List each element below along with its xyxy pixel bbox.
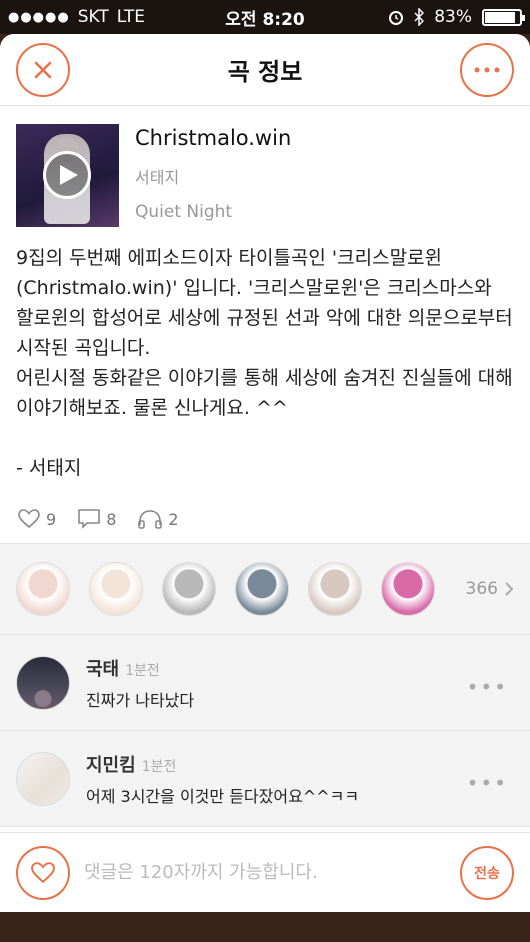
song-info-card: 곡 정보 Christmalo.win 서태지 Quiet Night 9집의 … bbox=[0, 34, 530, 912]
header: 곡 정보 bbox=[0, 34, 530, 106]
song-meta: Christmalo.win 서태지 Quiet Night bbox=[135, 124, 291, 227]
comment-author[interactable]: 국태 bbox=[86, 659, 119, 680]
listen-count: 2 bbox=[168, 509, 179, 529]
signal-icon: ●●●●● bbox=[8, 9, 70, 25]
listener-avatar[interactable] bbox=[381, 562, 435, 616]
comment-author-line: 국태 1분전 bbox=[86, 655, 194, 681]
close-button[interactable] bbox=[16, 42, 70, 97]
comment-text: 어제 3시간을 이것만 듣다잤어요^^ㅋㅋ bbox=[86, 786, 360, 806]
network: LTE bbox=[116, 7, 145, 27]
comment-input[interactable] bbox=[84, 862, 460, 883]
play-icon bbox=[60, 165, 78, 185]
like-stat[interactable]: 9 bbox=[18, 509, 56, 529]
comment-more-button[interactable]: ••• bbox=[467, 771, 508, 795]
comment-time: 1분전 bbox=[125, 662, 160, 679]
alarm-icon bbox=[389, 11, 404, 25]
listener-avatar[interactable] bbox=[235, 562, 289, 616]
album-cover[interactable] bbox=[16, 124, 119, 227]
comment-text: 진짜가 나타났다 bbox=[86, 690, 195, 710]
listener-count-label: 366 bbox=[465, 579, 498, 599]
listener-avatar[interactable] bbox=[89, 562, 143, 616]
page-title: 곡 정보 bbox=[227, 58, 303, 86]
song-description: 9집의 두번째 에피소드이자 타이틀곡인 '크리스말로윈(Christmalo.… bbox=[16, 247, 513, 479]
comment-item: 지민킴 1분전 어제 3시간을 이것만 듣다잤어요^^ㅋㅋ ••• bbox=[0, 731, 530, 827]
play-button[interactable] bbox=[43, 151, 91, 199]
song-title: Christmalo.win bbox=[135, 126, 292, 150]
heart-icon bbox=[31, 861, 55, 883]
carrier: SKT bbox=[77, 7, 109, 27]
listener-avatar[interactable] bbox=[308, 562, 362, 616]
avatar[interactable] bbox=[16, 751, 70, 806]
send-button[interactable]: 전송 bbox=[460, 845, 514, 900]
battery-percent: 83% bbox=[434, 7, 472, 27]
close-icon bbox=[34, 61, 52, 78]
song-summary: Christmalo.win 서태지 Quiet Night bbox=[0, 106, 530, 227]
heart-icon bbox=[18, 509, 40, 529]
song-album[interactable]: Quiet Night bbox=[135, 202, 291, 222]
listener-avatar[interactable] bbox=[16, 562, 70, 616]
song-artist[interactable]: 서태지 bbox=[135, 164, 291, 188]
song-stats: 9 8 2 bbox=[0, 483, 530, 529]
status-bar: ●●●●● SKT LTE 오전 8:20 83% bbox=[0, 0, 530, 34]
comment-more-button[interactable]: ••• bbox=[467, 675, 508, 699]
chevron-right-icon bbox=[505, 582, 514, 596]
comment-stat[interactable]: 8 bbox=[78, 509, 116, 529]
avatar[interactable] bbox=[16, 655, 70, 710]
like-button[interactable] bbox=[16, 845, 70, 900]
bluetooth-icon bbox=[414, 8, 425, 26]
listener-count[interactable]: 366 bbox=[466, 579, 514, 599]
listener-avatars bbox=[16, 562, 435, 616]
like-count: 9 bbox=[46, 509, 57, 529]
listeners-row[interactable]: 366 bbox=[0, 543, 530, 635]
battery-icon bbox=[482, 8, 525, 26]
comment-item: 국태 1분전 진짜가 나타났다 ••• bbox=[0, 635, 530, 731]
comment-author-line: 지민킴 1분전 bbox=[86, 751, 359, 777]
more-button[interactable] bbox=[460, 42, 514, 97]
comment-author[interactable]: 지민킴 bbox=[86, 755, 136, 776]
screen: ●●●●● SKT LTE 오전 8:20 83% 곡 정보 Christmal… bbox=[0, 0, 530, 942]
comment-time: 1분전 bbox=[141, 758, 177, 775]
comment-input-bar: 전송 bbox=[0, 832, 530, 912]
more-icon bbox=[474, 67, 500, 72]
comment-icon bbox=[78, 509, 100, 529]
listener-avatar[interactable] bbox=[162, 562, 216, 616]
headphones-icon bbox=[138, 510, 163, 529]
comment-count: 8 bbox=[106, 509, 117, 529]
comment-list: 국태 1분전 진짜가 나타났다 ••• 지민킴 1분전 어제 3시간을 이것만 듣다… bbox=[0, 635, 530, 827]
listen-stat[interactable]: 2 bbox=[138, 509, 179, 529]
